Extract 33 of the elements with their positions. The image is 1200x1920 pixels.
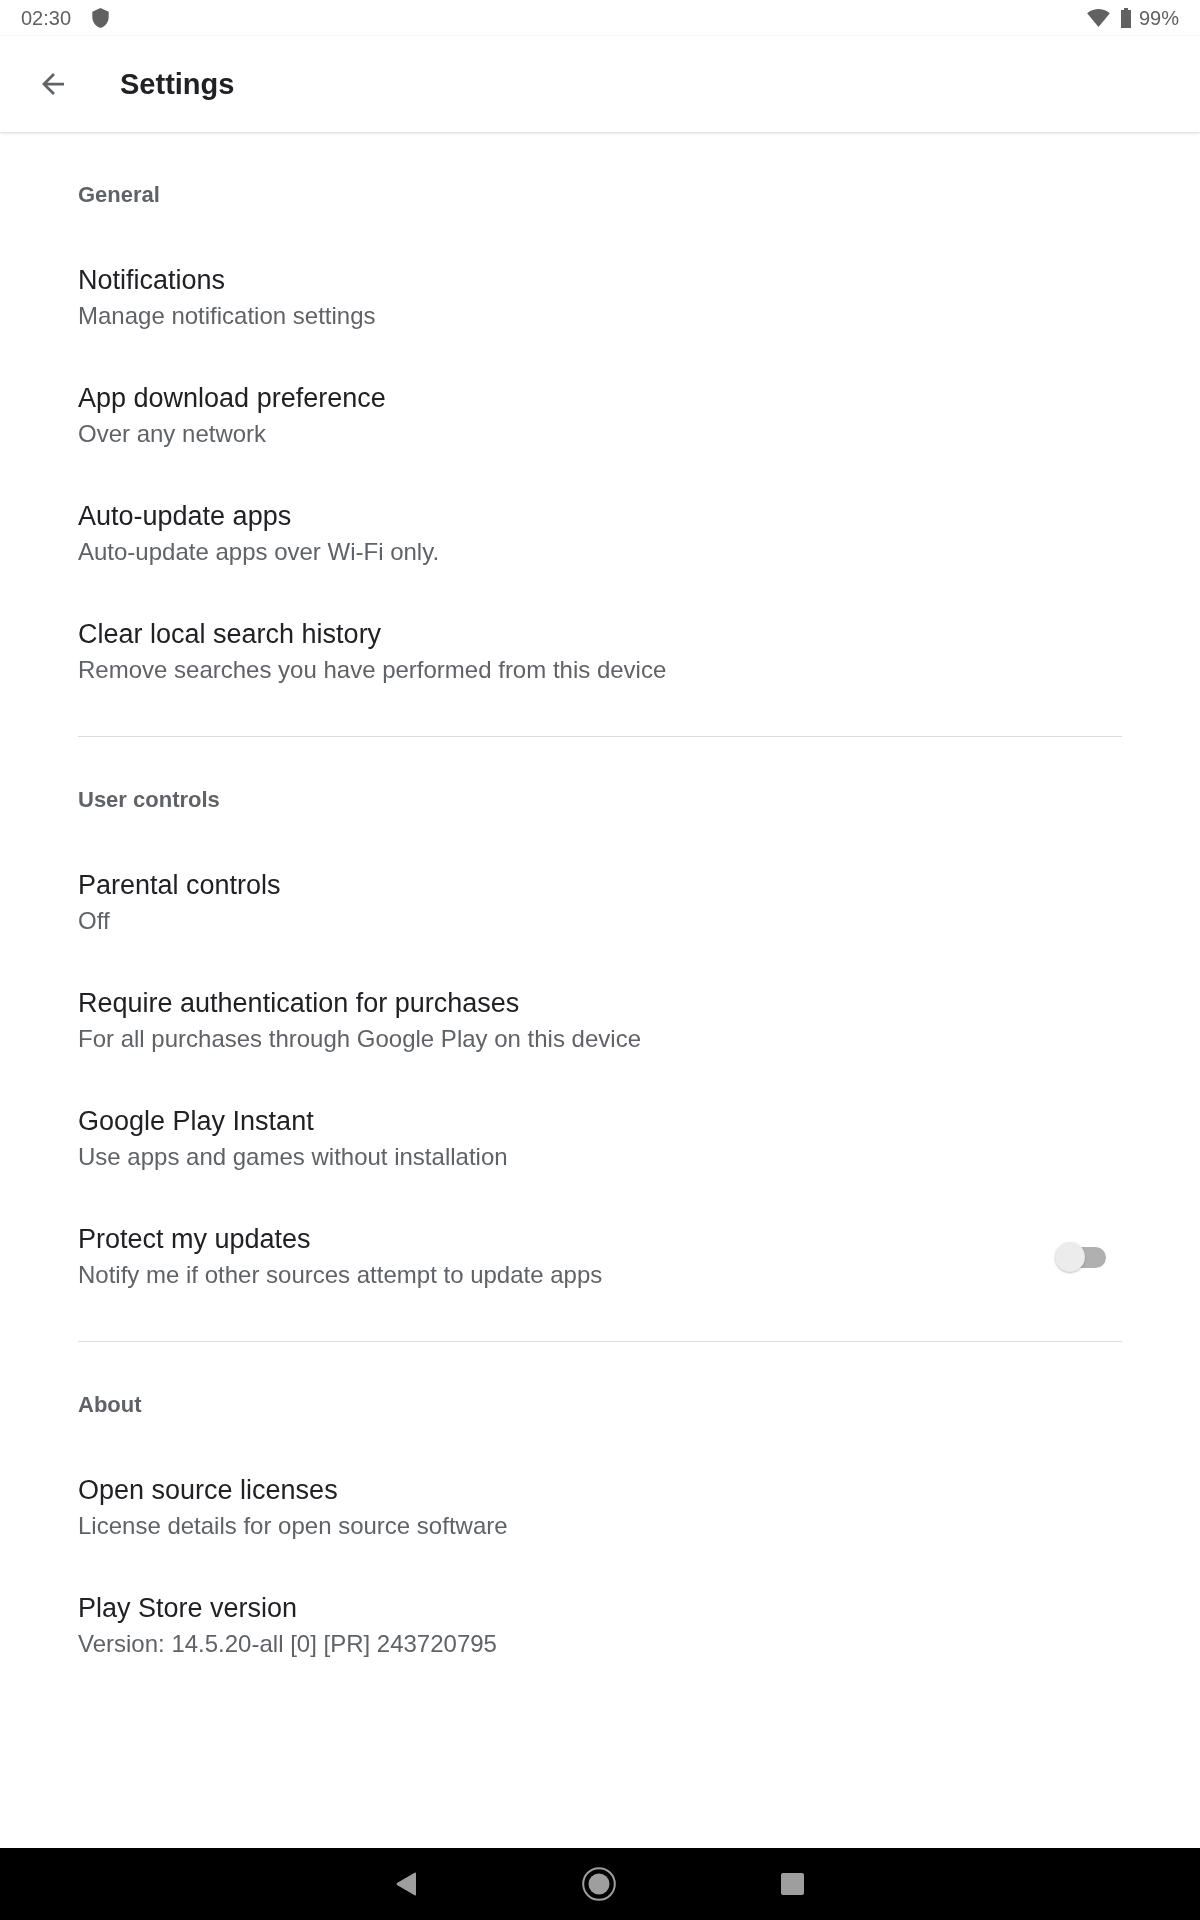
setting-summary: For all purchases through Google Play on this device bbox=[78, 1024, 641, 1054]
setting-summary: Manage notification settings bbox=[78, 301, 376, 331]
setting-summary: Notify me if other sources attempt to update apps bbox=[78, 1260, 603, 1290]
back-icon[interactable] bbox=[396, 1872, 417, 1896]
setting-title[interactable]: Notifications bbox=[78, 262, 226, 298]
setting-title[interactable]: Play Store version bbox=[78, 1590, 298, 1626]
setting-summary: Auto-update apps over Wi-Fi only. bbox=[78, 537, 440, 567]
screen-title: Settings bbox=[120, 67, 235, 102]
setting-title[interactable]: App download preference bbox=[78, 380, 386, 416]
setting-title[interactable]: Parental controls bbox=[78, 867, 281, 903]
setting-summary: License details for open source software bbox=[78, 1511, 508, 1541]
status-time: 02:30 bbox=[21, 6, 72, 30]
setting-summary: Remove searches you have performed from this device bbox=[78, 655, 667, 685]
shield-icon bbox=[92, 8, 110, 28]
back-icon[interactable] bbox=[42, 73, 64, 95]
setting-title[interactable]: Auto-update apps bbox=[78, 498, 292, 534]
toggle-switch[interactable] bbox=[1055, 1241, 1106, 1273]
battery-percent: 99% bbox=[1138, 6, 1179, 30]
wifi-icon bbox=[1086, 9, 1110, 27]
setting-title[interactable]: Open source licenses bbox=[78, 1472, 338, 1508]
section-header: General bbox=[78, 183, 160, 207]
setting-summary: Version: 14.5.20-all [0] [PR] 243720795 bbox=[78, 1629, 497, 1659]
setting-title[interactable]: Require authentication for purchases bbox=[78, 985, 520, 1021]
section-header: User controls bbox=[78, 788, 220, 812]
setting-summary: Over any network bbox=[78, 419, 267, 449]
setting-title[interactable]: Clear local search history bbox=[78, 616, 382, 652]
home-icon[interactable] bbox=[582, 1867, 616, 1901]
battery-icon bbox=[1120, 8, 1131, 28]
setting-summary: Use apps and games without installation bbox=[78, 1142, 508, 1172]
section-header: About bbox=[78, 1393, 142, 1417]
setting-summary: Off bbox=[78, 906, 110, 936]
setting-title[interactable]: Protect my updates bbox=[78, 1221, 311, 1257]
setting-title[interactable]: Google Play Instant bbox=[78, 1103, 314, 1139]
